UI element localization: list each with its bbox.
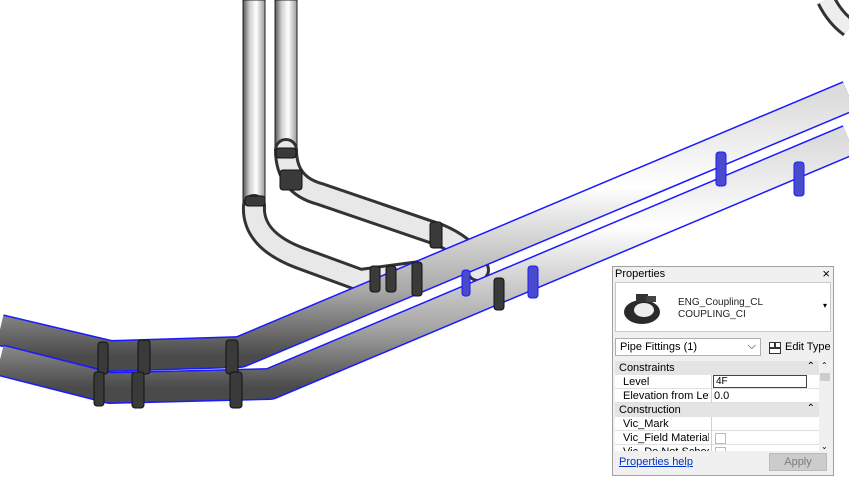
properties-panel: Properties × ENG_Coupling_CL COUPLING_CI… [612, 266, 834, 476]
property-key: Vic_Mark [623, 418, 669, 430]
property-row-vic-mark[interactable]: Vic_Mark [615, 417, 819, 431]
group-label: Construction [619, 404, 681, 416]
edit-type-icon [769, 342, 781, 354]
property-key: Elevation from Level [623, 390, 709, 402]
property-key: Level [623, 376, 650, 388]
group-construction[interactable]: Construction ⌃ [615, 403, 819, 417]
scroll-up-icon[interactable]: ⌃ [821, 361, 828, 370]
properties-help-link[interactable]: Properties help [619, 456, 693, 468]
type-family-name: ENG_Coupling_CL [678, 297, 764, 308]
property-row-level[interactable]: Level 4F [615, 375, 819, 389]
properties-scrollbar[interactable]: ⌃ ⌄ [819, 361, 831, 451]
property-value[interactable]: 0.0 [714, 390, 729, 402]
riser-pipe-left[interactable] [242, 0, 266, 207]
type-selector[interactable]: ENG_Coupling_CL COUPLING_CI ▾ [615, 282, 831, 332]
checkbox-icon[interactable] [715, 433, 726, 444]
group-constraints[interactable]: Constraints ⌃ [615, 361, 819, 375]
checkbox-icon[interactable] [715, 447, 726, 451]
column-divider [711, 417, 712, 431]
property-row-elevation[interactable]: Elevation from Level 0.0 [615, 389, 819, 403]
level-input[interactable]: 4F [713, 375, 807, 388]
group-label: Constraints [619, 362, 675, 374]
scroll-down-icon[interactable]: ⌄ [821, 442, 828, 451]
property-row-vic-do-not-schedule[interactable]: Vic_Do Not Schedule [615, 445, 819, 451]
category-filter-select[interactable]: Pipe Fittings (1) ⌵ [615, 338, 761, 356]
properties-title: Properties [615, 268, 666, 280]
type-name: COUPLING_CI [678, 309, 746, 320]
properties-titlebar: Properties × [613, 266, 833, 282]
edit-type-button[interactable]: Edit Type [767, 339, 833, 357]
column-divider [711, 375, 712, 389]
category-filter-value: Pipe Fittings (1) [620, 341, 698, 353]
property-key: Vic_Do Not Schedule [623, 446, 709, 451]
property-key: Vic_Field Material [623, 432, 709, 444]
column-divider [711, 389, 712, 403]
column-divider [711, 431, 712, 445]
coupling-thumbnail-icon [624, 294, 660, 324]
collapse-icon[interactable]: ⌃ [807, 403, 815, 414]
column-divider [711, 445, 712, 451]
apply-button[interactable]: Apply [769, 453, 827, 471]
chevron-down-icon[interactable]: ▾ [823, 301, 827, 310]
instance-properties-grid: Constraints ⌃ Level 4F Elevation from Le… [615, 361, 819, 451]
riser-pipe-right[interactable] [274, 0, 298, 151]
chevron-down-icon[interactable]: ⌵ [748, 340, 756, 353]
edit-type-label: Edit Type [785, 341, 831, 353]
close-icon[interactable]: × [822, 266, 830, 281]
property-row-vic-field-material[interactable]: Vic_Field Material [615, 431, 819, 445]
collapse-icon[interactable]: ⌃ [807, 361, 815, 372]
scroll-thumb[interactable] [820, 373, 830, 381]
